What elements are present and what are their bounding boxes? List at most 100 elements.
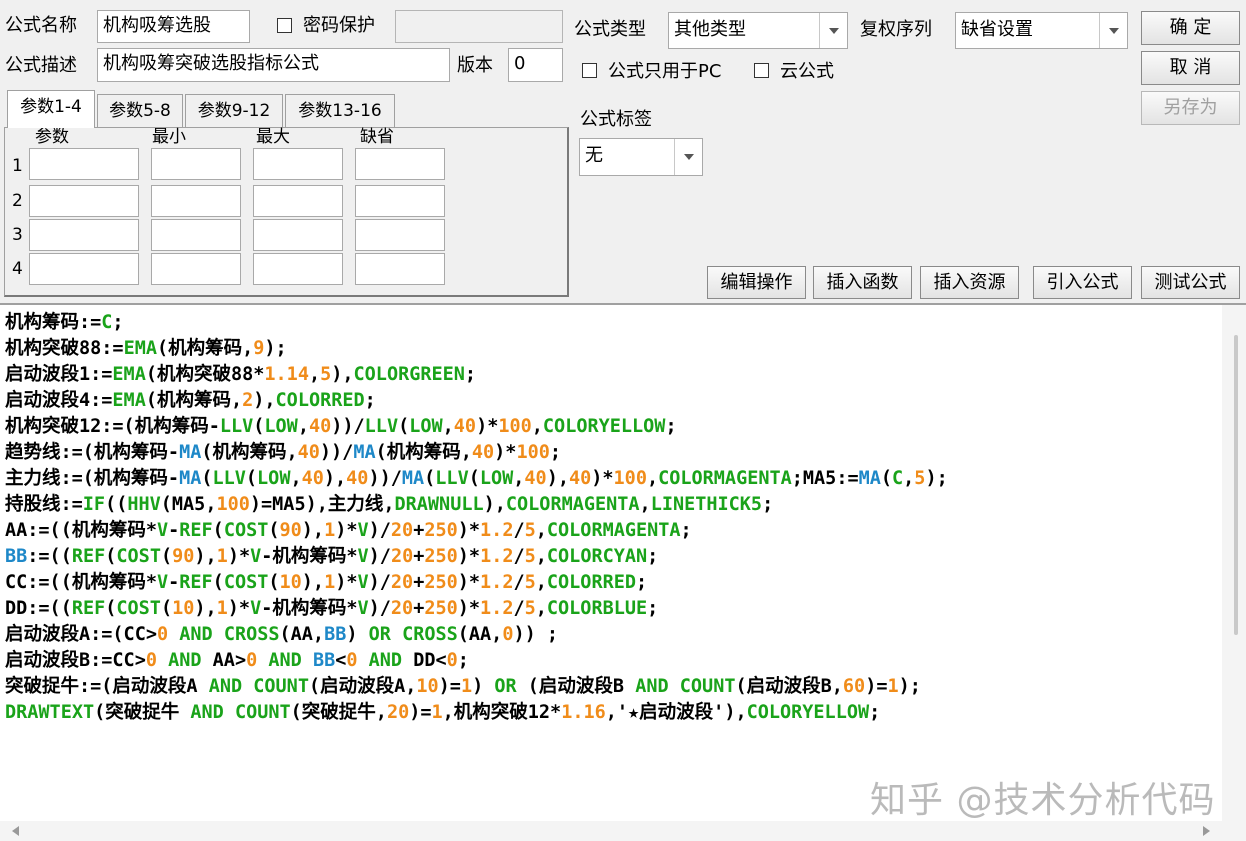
- code-token: (机构筹码,: [201, 442, 298, 463]
- param-1-min-input[interactable]: [151, 148, 241, 180]
- param-1-default-input[interactable]: [355, 148, 445, 180]
- formula-name-input[interactable]: 机构吸筹选股: [97, 10, 250, 43]
- code-text[interactable]: 机构筹码:=C; 机构突破88:=EMA(机构筹码,9); 启动波段1:=EMA(机…: [5, 310, 1218, 726]
- code-token: -: [168, 520, 180, 541]
- code-line[interactable]: DD:=((REF(COST(10),1)*V-机构筹码*V)/20+250)*…: [5, 596, 1218, 622]
- code-line[interactable]: 机构筹码:=C;: [5, 310, 1218, 336]
- code-line[interactable]: 启动波段1:=EMA(机构突破88*1.14,5),COLORGREEN;: [5, 362, 1218, 388]
- code-token: ,: [513, 468, 525, 489]
- import-formula-button[interactable]: 引入公式: [1033, 266, 1132, 299]
- code-token: V: [156, 520, 169, 541]
- code-token: ,: [290, 468, 302, 489]
- param-3-max-input[interactable]: [253, 219, 343, 251]
- code-line[interactable]: 机构突破88:=EMA(机构筹码,9);: [5, 336, 1218, 362]
- code-line[interactable]: 启动波段B:=CC>0 AND AA>0 AND BB<0 AND DD<0;: [5, 648, 1218, 674]
- param-3-default-input[interactable]: [355, 219, 445, 251]
- ok-button[interactable]: 确 定: [1141, 11, 1240, 45]
- scroll-left-icon[interactable]: [12, 826, 19, 836]
- chevron-down-icon[interactable]: [674, 139, 702, 175]
- code-token: OR: [368, 624, 391, 645]
- insert-function-button[interactable]: 插入函数: [813, 266, 912, 299]
- formula-code-editor[interactable]: 机构筹码:=C; 机构突破88:=EMA(机构筹码,9); 启动波段1:=EMA(机…: [0, 303, 1246, 841]
- scroll-right-icon[interactable]: [1203, 826, 1210, 836]
- code-token: 20: [386, 702, 410, 723]
- code-token: LLV: [212, 468, 246, 489]
- param-header-max: 最大: [256, 127, 290, 147]
- test-formula-button[interactable]: 测试公式: [1141, 266, 1240, 299]
- cancel-button[interactable]: 取 消: [1141, 51, 1240, 85]
- param-2-min-input[interactable]: [151, 185, 241, 217]
- insert-resource-button[interactable]: 插入资源: [920, 266, 1019, 299]
- formula-tag-select[interactable]: 无: [579, 138, 703, 176]
- param-4-max-input[interactable]: [253, 253, 343, 285]
- version-input[interactable]: 0: [508, 48, 563, 82]
- code-token: BB: [324, 624, 347, 645]
- code-token: )*: [476, 416, 499, 437]
- param-4-min-input[interactable]: [151, 253, 241, 285]
- code-token: ),: [253, 390, 276, 411]
- code-token: DD:=((: [5, 598, 72, 619]
- tab-params-13-16[interactable]: 参数13-16: [285, 94, 395, 128]
- edit-ops-button[interactable]: 编辑操作: [707, 266, 806, 299]
- formula-type-select[interactable]: 其他类型: [668, 12, 848, 49]
- vertical-scrollbar[interactable]: [1222, 305, 1246, 823]
- code-line[interactable]: 启动波段A:=(CC>0 AND CROSS(AA,BB) OR CROSS(A…: [5, 622, 1218, 648]
- password-protect-checkbox[interactable]: [277, 18, 292, 33]
- code-token: 机构突破88:=: [5, 338, 124, 359]
- param-3-min-input[interactable]: [151, 219, 241, 251]
- code-token: );: [264, 338, 287, 359]
- code-line[interactable]: BB:=((REF(COST(90),1)*V-机构筹码*V)/20+250)*…: [5, 544, 1218, 570]
- horizontal-scrollbar[interactable]: [0, 821, 1246, 841]
- code-token: CROSS: [402, 624, 458, 645]
- pc-only-checkbox[interactable]: [582, 63, 597, 78]
- scrollbar-thumb[interactable]: [1234, 335, 1238, 635]
- code-token: /: [513, 546, 525, 567]
- code-line[interactable]: 突破捉牛:=(启动波段A AND COUNT(启动波段A,10)=1) OR (…: [5, 674, 1218, 700]
- code-token: (: [268, 520, 280, 541]
- rights-sequence-select[interactable]: 缺省设置: [955, 12, 1128, 49]
- cloud-formula-checkbox[interactable]: [754, 63, 769, 78]
- param-2-max-input[interactable]: [253, 185, 343, 217]
- chevron-down-icon[interactable]: [819, 13, 847, 48]
- code-line[interactable]: CC:=((机构筹码*V-REF(COST(10),1)*V)/20+250)*…: [5, 570, 1218, 596]
- code-token: COUNT: [679, 676, 736, 697]
- param-4-default-input[interactable]: [355, 253, 445, 285]
- tab-params-9-12[interactable]: 参数9-12: [185, 94, 283, 128]
- code-token: ;: [647, 598, 659, 619]
- param-1-name-input[interactable]: [29, 148, 139, 180]
- code-line[interactable]: 主力线:=(机构筹码-MA(LLV(LOW,40),40))/MA(LLV(LO…: [5, 466, 1218, 492]
- code-token: )*: [457, 520, 481, 541]
- code-token: V: [357, 546, 369, 567]
- code-line[interactable]: 机构突破12:=(机构筹码-LLV(LOW,40))/LLV(LOW,40)*1…: [5, 414, 1218, 440]
- password-input[interactable]: [395, 10, 563, 43]
- code-token: 40: [346, 468, 369, 489]
- code-token: AA:=((机构筹码*: [5, 520, 157, 541]
- tab-params-1-4[interactable]: 参数1-4: [7, 90, 95, 128]
- code-token: ,机构突破12*: [442, 702, 562, 723]
- code-line[interactable]: DRAWTEXT(突破捉牛 AND COUNT(突破捉牛,20)=1,机构突破1…: [5, 700, 1218, 726]
- param-3-name-input[interactable]: [29, 219, 139, 251]
- param-2-name-input[interactable]: [29, 185, 139, 217]
- code-token: (启动波段B: [516, 676, 636, 697]
- param-4-name-input[interactable]: [29, 253, 139, 285]
- formula-desc-input[interactable]: 机构吸筹突破选股指标公式: [97, 48, 450, 82]
- code-token: +: [413, 520, 425, 541]
- code-token: )/: [368, 520, 391, 541]
- code-token: )*: [457, 598, 481, 619]
- code-line[interactable]: AA:=((机构筹码*V-REF(COST(90),1)*V)/20+250)*…: [5, 518, 1218, 544]
- formula-type-label: 公式类型: [574, 19, 646, 40]
- save-as-button[interactable]: 另存为: [1141, 91, 1240, 125]
- code-token: 1.2: [480, 572, 514, 593]
- param-1-max-input[interactable]: [253, 148, 343, 180]
- chevron-down-icon[interactable]: [1099, 13, 1127, 48]
- code-line[interactable]: 启动波段4:=EMA(机构筹码,2),COLORRED;: [5, 388, 1218, 414]
- code-token: BB: [5, 546, 28, 567]
- code-line[interactable]: 持股线:=IF((HHV(MA5,100)=MA5),主力线,DRAWNULL)…: [5, 492, 1218, 518]
- code-line[interactable]: 趋势线:=(机构筹码-MA(机构筹码,40))/MA(机构筹码,40)*100;: [5, 440, 1218, 466]
- tab-params-5-8[interactable]: 参数5-8: [97, 94, 183, 128]
- code-token: ,: [297, 416, 309, 437]
- code-token: 100: [516, 442, 550, 463]
- param-2-default-input[interactable]: [355, 185, 445, 217]
